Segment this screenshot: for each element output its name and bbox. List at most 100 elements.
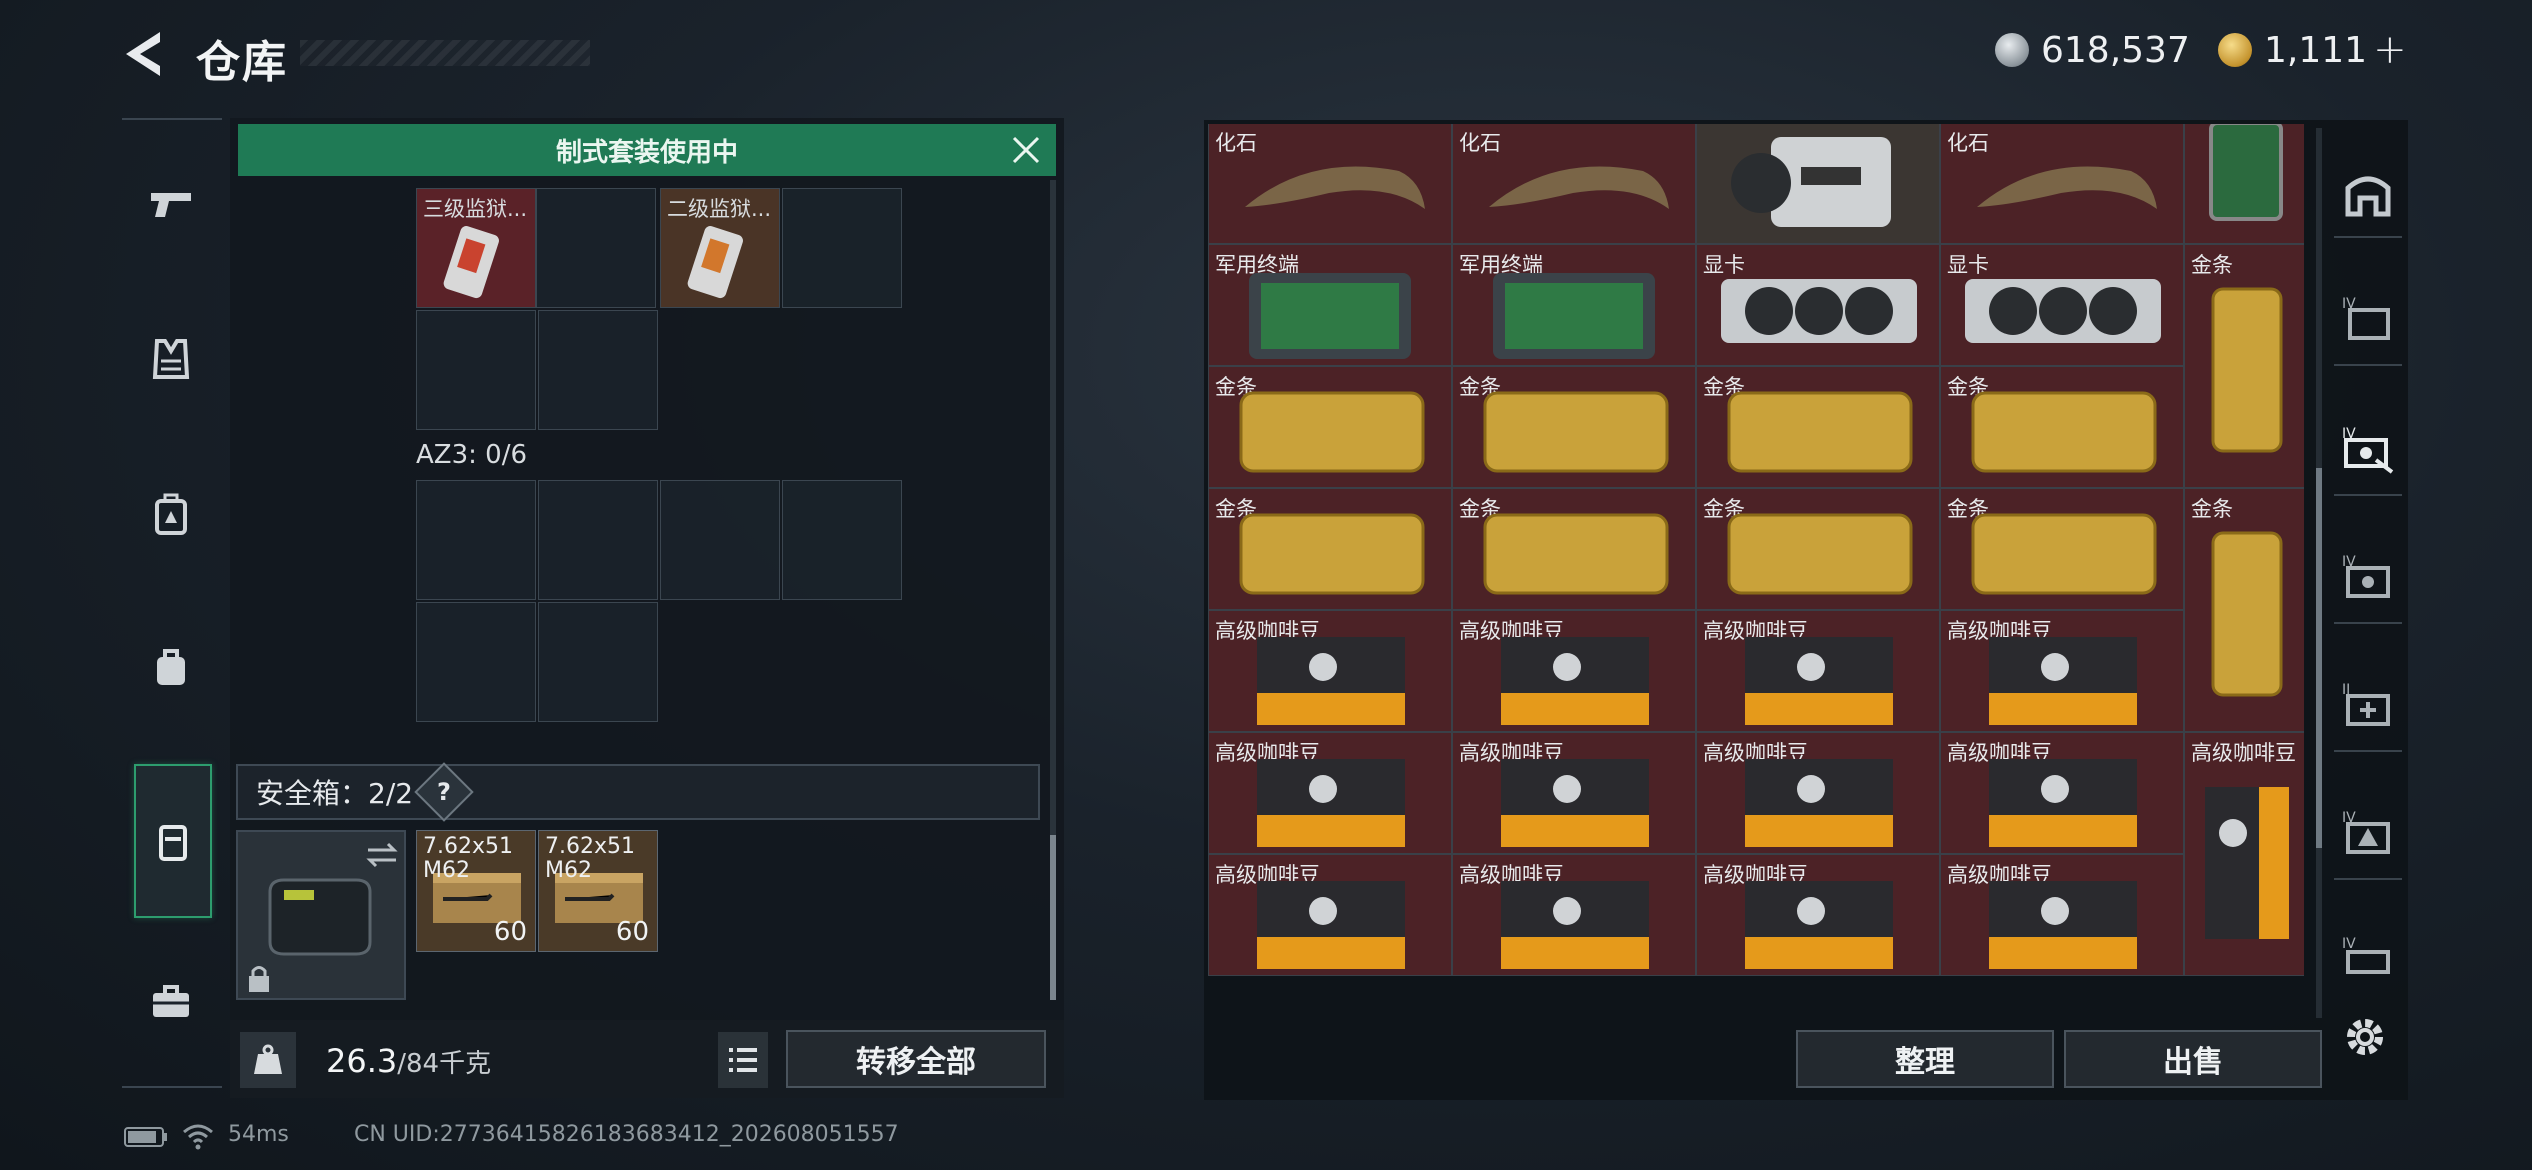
item-gold-bar[interactable]: 金条 (1452, 488, 1696, 610)
safebox-case-slot[interactable] (236, 830, 406, 1000)
sort-button[interactable]: 整理 (1796, 1030, 2054, 1088)
divider (2334, 236, 2402, 238)
item-gold-bar[interactable]: 金条 (1696, 488, 1940, 610)
ping: 54ms (228, 1122, 289, 1147)
item-military-terminal[interactable]: 军用终端 (1208, 244, 1452, 366)
item-coffee-beans[interactable]: 高级咖啡豆 (1940, 610, 2184, 732)
item-cell-prison-key-3[interactable]: 三级监狱... (416, 188, 536, 308)
empty-cell[interactable] (416, 480, 536, 600)
empty-cell[interactable] (538, 310, 658, 430)
coffee-bag-icon (1257, 759, 1405, 847)
item-gold-bar[interactable]: 金条 (1940, 366, 2184, 488)
keycard-icon (443, 226, 499, 299)
scroll-thumb[interactable] (2316, 468, 2322, 848)
tab-tier-iv-case[interactable]: IV (2338, 288, 2398, 348)
empty-cell[interactable] (416, 310, 536, 430)
item-coffee-beans[interactable]: 高级咖啡豆 (1452, 854, 1696, 976)
loadout-banner: 制式套装使用中 (238, 124, 1056, 176)
help-button[interactable]: ? (414, 762, 474, 822)
item-camera[interactable] (1696, 124, 1940, 244)
coffee-bag-icon (1989, 759, 2137, 847)
silver-amount: 618,537 (2041, 29, 2190, 71)
divider (2334, 364, 2402, 366)
tab-base[interactable] (2338, 164, 2398, 224)
item-cell-prison-key-2[interactable]: 二级监狱... (660, 188, 780, 308)
vest-icon (152, 339, 190, 379)
gear-icon[interactable] (2340, 1012, 2390, 1062)
item-coffee-beans[interactable]: 高级咖啡豆 (1696, 610, 1940, 732)
item-fossil[interactable]: 化石 (1452, 124, 1696, 244)
fossil-icon (1245, 166, 1425, 209)
item-terminal-partial[interactable] (2184, 124, 2304, 244)
empty-cell[interactable] (538, 602, 658, 722)
item-graphics-card[interactable]: 显卡 (1940, 244, 2184, 366)
tier-iv-case-icon: IV (2342, 296, 2390, 340)
left-scrollbar[interactable] (1050, 180, 1056, 1000)
item-fossil[interactable]: 化石 (1940, 124, 2184, 244)
tab-tier-iv-key-case[interactable]: IV (2338, 546, 2398, 606)
item-gold-bar[interactable]: 金条 (1452, 366, 1696, 488)
sell-button[interactable]: 出售 (2064, 1030, 2322, 1088)
empty-cell[interactable] (536, 188, 656, 308)
gold-currency[interactable]: 1,111 + (2218, 27, 2407, 73)
ammo-item[interactable]: 7.62x51 M62 60 (538, 830, 658, 952)
item-coffee-beans[interactable]: 高级咖啡豆 (1208, 610, 1452, 732)
silver-coin-icon (1995, 33, 2029, 67)
item-gold-bar[interactable]: 金条 (1696, 366, 1940, 488)
terminal-icon (2209, 124, 2283, 221)
stash-scrollbar[interactable] (2316, 128, 2322, 1018)
tab-tier-iv-misc[interactable]: IV (2338, 928, 2398, 988)
tab-tier-iv-ammo[interactable]: IV (2338, 802, 2398, 862)
item-coffee-beans[interactable]: 高级咖啡豆 (1940, 854, 2184, 976)
ammo-item[interactable]: 7.62x51 M62 60 (416, 830, 536, 952)
item-gold-bar[interactable]: 金条 (1208, 488, 1452, 610)
transfer-all-button[interactable]: 转移全部 (786, 1030, 1046, 1088)
tab-chest-rig[interactable] (136, 480, 206, 550)
item-gold-bar[interactable]: 金条 (1940, 488, 2184, 610)
item-coffee-beans[interactable]: 高级咖啡豆 (1452, 610, 1696, 732)
list-icon (729, 1048, 757, 1072)
list-view-button[interactable] (718, 1032, 768, 1088)
item-graphics-card[interactable]: 显卡 (1696, 244, 1940, 366)
gold-bar-icon (1971, 391, 2157, 473)
empty-cell[interactable] (782, 480, 902, 600)
empty-cell[interactable] (538, 480, 658, 600)
close-icon[interactable] (1010, 134, 1042, 166)
item-gold-bar-vertical[interactable]: 金条 (2184, 244, 2304, 488)
empty-cell[interactable] (782, 188, 902, 308)
item-coffee-beans[interactable]: 高级咖啡豆 (1208, 854, 1452, 976)
base-icon (2345, 176, 2391, 217)
coffee-bag-icon (2205, 787, 2289, 939)
item-coffee-beans[interactable]: 高级咖啡豆 (1696, 854, 1940, 976)
title-decoration (300, 40, 590, 66)
item-coffee-beans[interactable]: 高级咖啡豆 (1208, 732, 1452, 854)
add-currency-button[interactable]: + (2373, 27, 2407, 73)
tab-toolbox[interactable] (136, 966, 206, 1036)
gold-bar-icon (1727, 391, 1913, 473)
divider (2334, 622, 2402, 624)
tab-tier-ii-medical[interactable]: II (2338, 674, 2398, 734)
tab-backpack[interactable] (136, 632, 206, 702)
tab-tier-iv-key[interactable]: IV (2338, 418, 2398, 478)
coffee-bag-icon (1501, 759, 1649, 847)
back-arrow-icon[interactable] (120, 28, 168, 80)
gold-amount: 1,111 (2264, 29, 2368, 71)
tab-armor[interactable] (136, 324, 206, 394)
item-coffee-beans-vertical[interactable]: 高级咖啡豆 (2184, 732, 2304, 976)
lock-icon (249, 966, 269, 992)
divider (122, 1086, 222, 1088)
empty-cell[interactable] (416, 602, 536, 722)
item-gold-bar-vertical[interactable]: 金条 (2184, 488, 2304, 732)
item-coffee-beans[interactable]: 高级咖啡豆 (1696, 732, 1940, 854)
scroll-thumb[interactable] (1050, 835, 1056, 1000)
tab-weapon[interactable] (136, 168, 206, 238)
gold-bar-icon (1971, 513, 2157, 595)
empty-cell[interactable] (660, 480, 780, 600)
tab-safebox[interactable] (134, 764, 212, 918)
item-coffee-beans[interactable]: 高级咖啡豆 (1452, 732, 1696, 854)
item-coffee-beans[interactable]: 高级咖啡豆 (1940, 732, 2184, 854)
item-fossil[interactable]: 化石 (1208, 124, 1452, 244)
item-military-terminal[interactable]: 军用终端 (1452, 244, 1696, 366)
swap-icon[interactable] (364, 840, 400, 870)
item-gold-bar[interactable]: 金条 (1208, 366, 1452, 488)
